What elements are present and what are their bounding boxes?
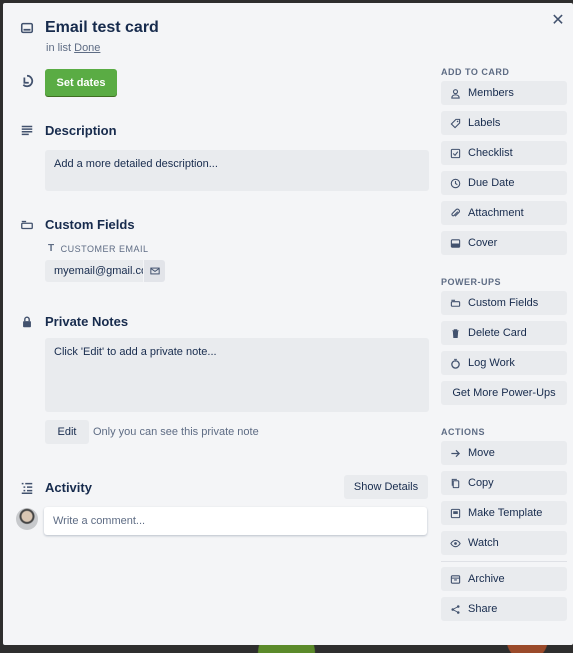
comment-input[interactable]: Write a comment... xyxy=(44,507,427,535)
share-label: Share xyxy=(468,603,498,615)
stopwatch-icon xyxy=(449,357,461,369)
labels-label: Labels xyxy=(468,117,501,129)
members-button[interactable]: Members xyxy=(441,81,567,105)
custom-fields-button[interactable]: Custom Fields xyxy=(441,291,567,315)
text-type-icon: T xyxy=(48,243,55,254)
watch-label: Watch xyxy=(468,537,499,549)
custom-fields-icon xyxy=(449,297,461,309)
checklist-icon xyxy=(449,147,461,159)
checklist-label: Checklist xyxy=(468,147,513,159)
activity-icon xyxy=(19,480,35,496)
private-notes-heading: Private Notes xyxy=(45,314,129,329)
list-link[interactable]: Done xyxy=(74,42,100,54)
avatar[interactable] xyxy=(16,508,38,530)
description-input[interactable]: Add a more detailed description... xyxy=(45,150,429,191)
log-work-button[interactable]: Log Work xyxy=(441,351,567,375)
cover-button[interactable]: Cover xyxy=(441,231,567,255)
archive-label: Archive xyxy=(468,573,505,585)
get-more-powerups-button[interactable]: Get More Power-Ups xyxy=(441,381,567,405)
powerups-heading: POWER-UPS xyxy=(441,277,502,287)
customer-email-label: T CUSTOMER EMAIL xyxy=(48,243,148,254)
custom-fields-heading: Custom Fields xyxy=(45,217,135,232)
custom-fields-label: Custom Fields xyxy=(468,297,539,309)
edit-note-button[interactable]: Edit xyxy=(45,420,89,444)
add-to-card-heading: ADD TO CARD xyxy=(441,67,510,77)
private-note-hint: Only you can see this private note xyxy=(93,426,259,438)
checklist-button[interactable]: Checklist xyxy=(441,141,567,165)
move-label: Move xyxy=(468,447,495,459)
lock-icon xyxy=(19,314,35,330)
due-date-button[interactable]: Due Date xyxy=(441,171,567,195)
share-icon xyxy=(449,603,461,615)
custom-fields-icon xyxy=(19,217,35,233)
copy-button[interactable]: Copy xyxy=(441,471,567,495)
trash-icon xyxy=(449,327,461,339)
mail-icon[interactable] xyxy=(144,260,165,282)
get-more-powerups-label: Get More Power-Ups xyxy=(452,387,556,399)
card-detail-modal: ✕ Email test card in list Done Set dates… xyxy=(3,3,573,645)
cover-icon xyxy=(449,237,461,249)
list-location: in list Done xyxy=(46,42,100,54)
card-title[interactable]: Email test card xyxy=(45,19,159,37)
labels-button[interactable]: Labels xyxy=(441,111,567,135)
arrow-right-icon xyxy=(449,447,461,459)
copy-icon xyxy=(449,477,461,489)
person-icon xyxy=(449,87,461,99)
share-button[interactable]: Share xyxy=(441,597,567,621)
set-dates-button[interactable]: Set dates xyxy=(45,69,117,96)
label-icon xyxy=(449,117,461,129)
paperclip-icon xyxy=(449,207,461,219)
clock-icon xyxy=(449,177,461,189)
delete-card-label: Delete Card xyxy=(468,327,527,339)
description-heading: Description xyxy=(45,123,117,138)
private-note-input[interactable]: Click 'Edit' to add a private note... xyxy=(45,338,429,412)
dates-icon xyxy=(19,73,35,89)
watch-button[interactable]: Watch xyxy=(441,531,567,555)
customer-email-field[interactable]: myemail@gmail.com xyxy=(45,260,143,282)
members-label: Members xyxy=(468,87,514,99)
show-details-button[interactable]: Show Details xyxy=(344,475,428,499)
customer-email-label-text: CUSTOMER EMAIL xyxy=(60,243,149,254)
archive-button[interactable]: Archive xyxy=(441,567,567,591)
due-date-label: Due Date xyxy=(468,177,515,189)
log-work-label: Log Work xyxy=(468,357,515,369)
close-icon[interactable]: ✕ xyxy=(549,11,567,29)
delete-card-button[interactable]: Delete Card xyxy=(441,321,567,345)
attachment-button[interactable]: Attachment xyxy=(441,201,567,225)
activity-heading: Activity xyxy=(45,480,92,495)
make-template-button[interactable]: Make Template xyxy=(441,501,567,525)
list-prefix: in list xyxy=(46,42,72,54)
move-button[interactable]: Move xyxy=(441,441,567,465)
copy-label: Copy xyxy=(468,477,494,489)
divider xyxy=(441,561,567,562)
archive-icon xyxy=(449,573,461,585)
actions-heading: ACTIONS xyxy=(441,427,485,437)
cover-label: Cover xyxy=(468,237,498,249)
make-template-label: Make Template xyxy=(468,507,543,519)
card-icon xyxy=(19,20,35,36)
eye-icon xyxy=(449,537,461,549)
template-icon xyxy=(449,507,461,519)
description-icon xyxy=(19,122,35,138)
attachment-label: Attachment xyxy=(468,207,524,219)
